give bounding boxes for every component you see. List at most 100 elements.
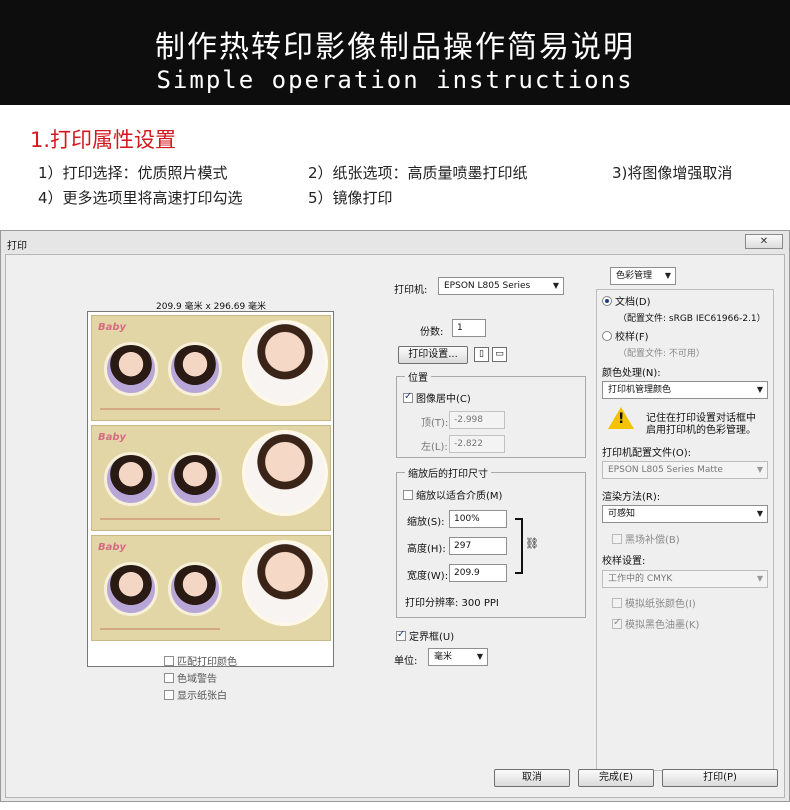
banner-title: 制作热转印影像制品操作简易说明 bbox=[155, 30, 635, 65]
units-select[interactable]: 毫米 ▼ bbox=[428, 648, 488, 666]
scale-input[interactable]: 100% bbox=[449, 510, 507, 528]
dialog-title: 打印 bbox=[7, 241, 27, 252]
close-icon: ✕ bbox=[759, 236, 769, 247]
left-label: 左(L): bbox=[421, 442, 448, 453]
chain-link-icon[interactable]: ⛓ bbox=[525, 537, 539, 550]
step-2: 2）纸张选项：高质量喷墨打印纸 bbox=[308, 164, 528, 182]
landscape-icon[interactable]: ▭ bbox=[492, 347, 507, 362]
checkbox-box bbox=[403, 391, 413, 403]
units-label: 单位: bbox=[394, 656, 418, 667]
position-group: 位置 图像居中(C) 顶(T): -2.998 左(L): -2.822 bbox=[396, 369, 586, 458]
checkbox-box bbox=[403, 489, 413, 500]
step-3: 3)将图像增强取消 bbox=[612, 164, 733, 182]
checkbox-box bbox=[612, 617, 622, 629]
panel-logo: Baby bbox=[98, 432, 127, 443]
proof-setup-select[interactable]: 工作中的 CMYK ▼ bbox=[602, 570, 768, 588]
photo-circle bbox=[168, 342, 222, 396]
width-label: 宽度(W): bbox=[407, 571, 449, 582]
dialog-titlebar: 打印 ✕ bbox=[1, 231, 789, 253]
simulate-paper-color-checkbox[interactable]: 模拟纸张颜色(I) bbox=[612, 595, 696, 610]
left-input[interactable]: -2.822 bbox=[449, 435, 505, 453]
print-button[interactable]: 打印(P) bbox=[662, 769, 778, 787]
panel-caption bbox=[100, 628, 220, 630]
photo-circle bbox=[168, 562, 222, 616]
photo-circle bbox=[104, 562, 158, 616]
photo-circle-large bbox=[242, 320, 328, 406]
chevron-down-icon: ▼ bbox=[756, 385, 763, 394]
printer-profile-label: 打印机配置文件(O): bbox=[602, 448, 692, 459]
banner-subtitle: Simple operation instructions bbox=[156, 66, 634, 94]
rendering-intent-label: 渲染方法(R): bbox=[602, 492, 661, 503]
preview-photo-panel: Baby bbox=[91, 425, 331, 531]
portrait-icon[interactable]: ▯ bbox=[474, 347, 489, 362]
center-image-checkbox[interactable]: 图像居中(C) bbox=[403, 390, 471, 405]
photo-circle bbox=[168, 452, 222, 506]
checkbox-box bbox=[396, 629, 406, 641]
radio-dot bbox=[602, 295, 612, 306]
photo-circle bbox=[104, 452, 158, 506]
proof-profile: （配置文件: 不可用） bbox=[618, 349, 705, 359]
color-management-panel bbox=[596, 289, 774, 771]
height-label: 高度(H): bbox=[407, 544, 446, 555]
chevron-down-icon: ▼ bbox=[756, 465, 763, 474]
done-button[interactable]: 完成(E) bbox=[578, 769, 654, 787]
color-handling-label: 颜色处理(N): bbox=[602, 368, 661, 379]
color-management-menu[interactable]: 色彩管理 ▼ bbox=[610, 267, 676, 285]
step-5: 5）镜像打印 bbox=[308, 189, 393, 207]
panel-caption bbox=[100, 408, 220, 410]
print-dialog: 打印 ✕ 209.9 毫米 x 296.69 毫米 Baby Baby Baby bbox=[0, 230, 790, 802]
printer-select[interactable]: EPSON L805 Series ▼ bbox=[438, 277, 564, 295]
checkbox-box bbox=[164, 672, 174, 683]
print-settings-button[interactable]: 打印设置... bbox=[398, 346, 468, 364]
radio-dot bbox=[602, 330, 612, 341]
bounding-box-checkbox[interactable]: 定界框(U) bbox=[396, 628, 454, 643]
photo-circle-large bbox=[242, 540, 328, 626]
group-label: 位置 bbox=[405, 369, 431, 384]
proof-setup-label: 校样设置: bbox=[602, 556, 646, 567]
close-button[interactable]: ✕ bbox=[745, 234, 783, 249]
checkbox-box bbox=[164, 689, 174, 700]
document-profile: （配置文件: sRGB IEC61966-2.1） bbox=[618, 314, 766, 324]
printer-label: 打印机: bbox=[394, 285, 428, 296]
black-point-compensation-checkbox[interactable]: 黑场补偿(B) bbox=[612, 531, 680, 546]
color-handling-select[interactable]: 打印机管理颜色 ▼ bbox=[602, 381, 768, 399]
copies-label: 份数: bbox=[420, 327, 444, 338]
panel-logo: Baby bbox=[98, 322, 127, 333]
panel-caption bbox=[100, 518, 220, 520]
top-input[interactable]: -2.998 bbox=[449, 411, 505, 429]
cancel-button[interactable]: 取消 bbox=[494, 769, 570, 787]
rendering-intent-select[interactable]: 可感知 ▼ bbox=[602, 505, 768, 523]
photo-circle-large bbox=[242, 430, 328, 516]
group-label: 缩放后的打印尺寸 bbox=[405, 465, 491, 480]
match-print-colors-checkbox[interactable]: 匹配打印颜色 bbox=[164, 653, 237, 668]
scale-to-fit-checkbox[interactable]: 缩放以适合介质(M) bbox=[403, 487, 502, 502]
preview-photo-panel: Baby bbox=[91, 535, 331, 641]
print-preview: Baby Baby Baby bbox=[87, 311, 334, 667]
step-4: 4）更多选项里将高速打印勾选 bbox=[38, 189, 243, 207]
top-label: 顶(T): bbox=[421, 418, 449, 429]
proof-radio[interactable]: 校样(F) bbox=[602, 328, 649, 343]
gamut-warning-checkbox[interactable]: 色域警告 bbox=[164, 670, 217, 685]
chevron-down-icon: ▼ bbox=[756, 574, 763, 583]
chevron-down-icon: ▼ bbox=[756, 509, 763, 518]
scale-label: 缩放(S): bbox=[407, 517, 445, 528]
scaled-print-size-group: 缩放后的打印尺寸 缩放以适合介质(M) 缩放(S): 100% 高度(H): 2… bbox=[396, 465, 586, 618]
preview-photo-panel: Baby bbox=[91, 315, 331, 421]
show-paper-white-checkbox[interactable]: 显示纸张白 bbox=[164, 687, 227, 702]
chevron-down-icon: ▼ bbox=[552, 281, 559, 290]
copies-input[interactable]: 1 bbox=[452, 319, 486, 337]
width-input[interactable]: 209.9 bbox=[449, 564, 507, 582]
printer-profile-select[interactable]: EPSON L805 Series Matte ▼ bbox=[602, 461, 768, 479]
step-1: 1）打印选择：优质照片模式 bbox=[38, 164, 228, 182]
print-resolution: 打印分辨率: 300 PPI bbox=[405, 598, 499, 609]
checkbox-box bbox=[612, 597, 622, 608]
link-bracket bbox=[515, 518, 523, 574]
simulate-black-ink-checkbox[interactable]: 模拟黑色油墨(K) bbox=[612, 616, 699, 631]
document-radio[interactable]: 文档(D) bbox=[602, 293, 651, 308]
section-title: 1.打印属性设置 bbox=[30, 128, 177, 152]
chevron-down-icon: ▼ bbox=[664, 271, 671, 280]
height-input[interactable]: 297 bbox=[449, 537, 507, 555]
header-banner: 制作热转印影像制品操作简易说明 Simple operation instruc… bbox=[0, 0, 790, 105]
dialog-body: 209.9 毫米 x 296.69 毫米 Baby Baby Baby 匹配打印… bbox=[5, 254, 785, 798]
panel-logo: Baby bbox=[98, 542, 127, 553]
